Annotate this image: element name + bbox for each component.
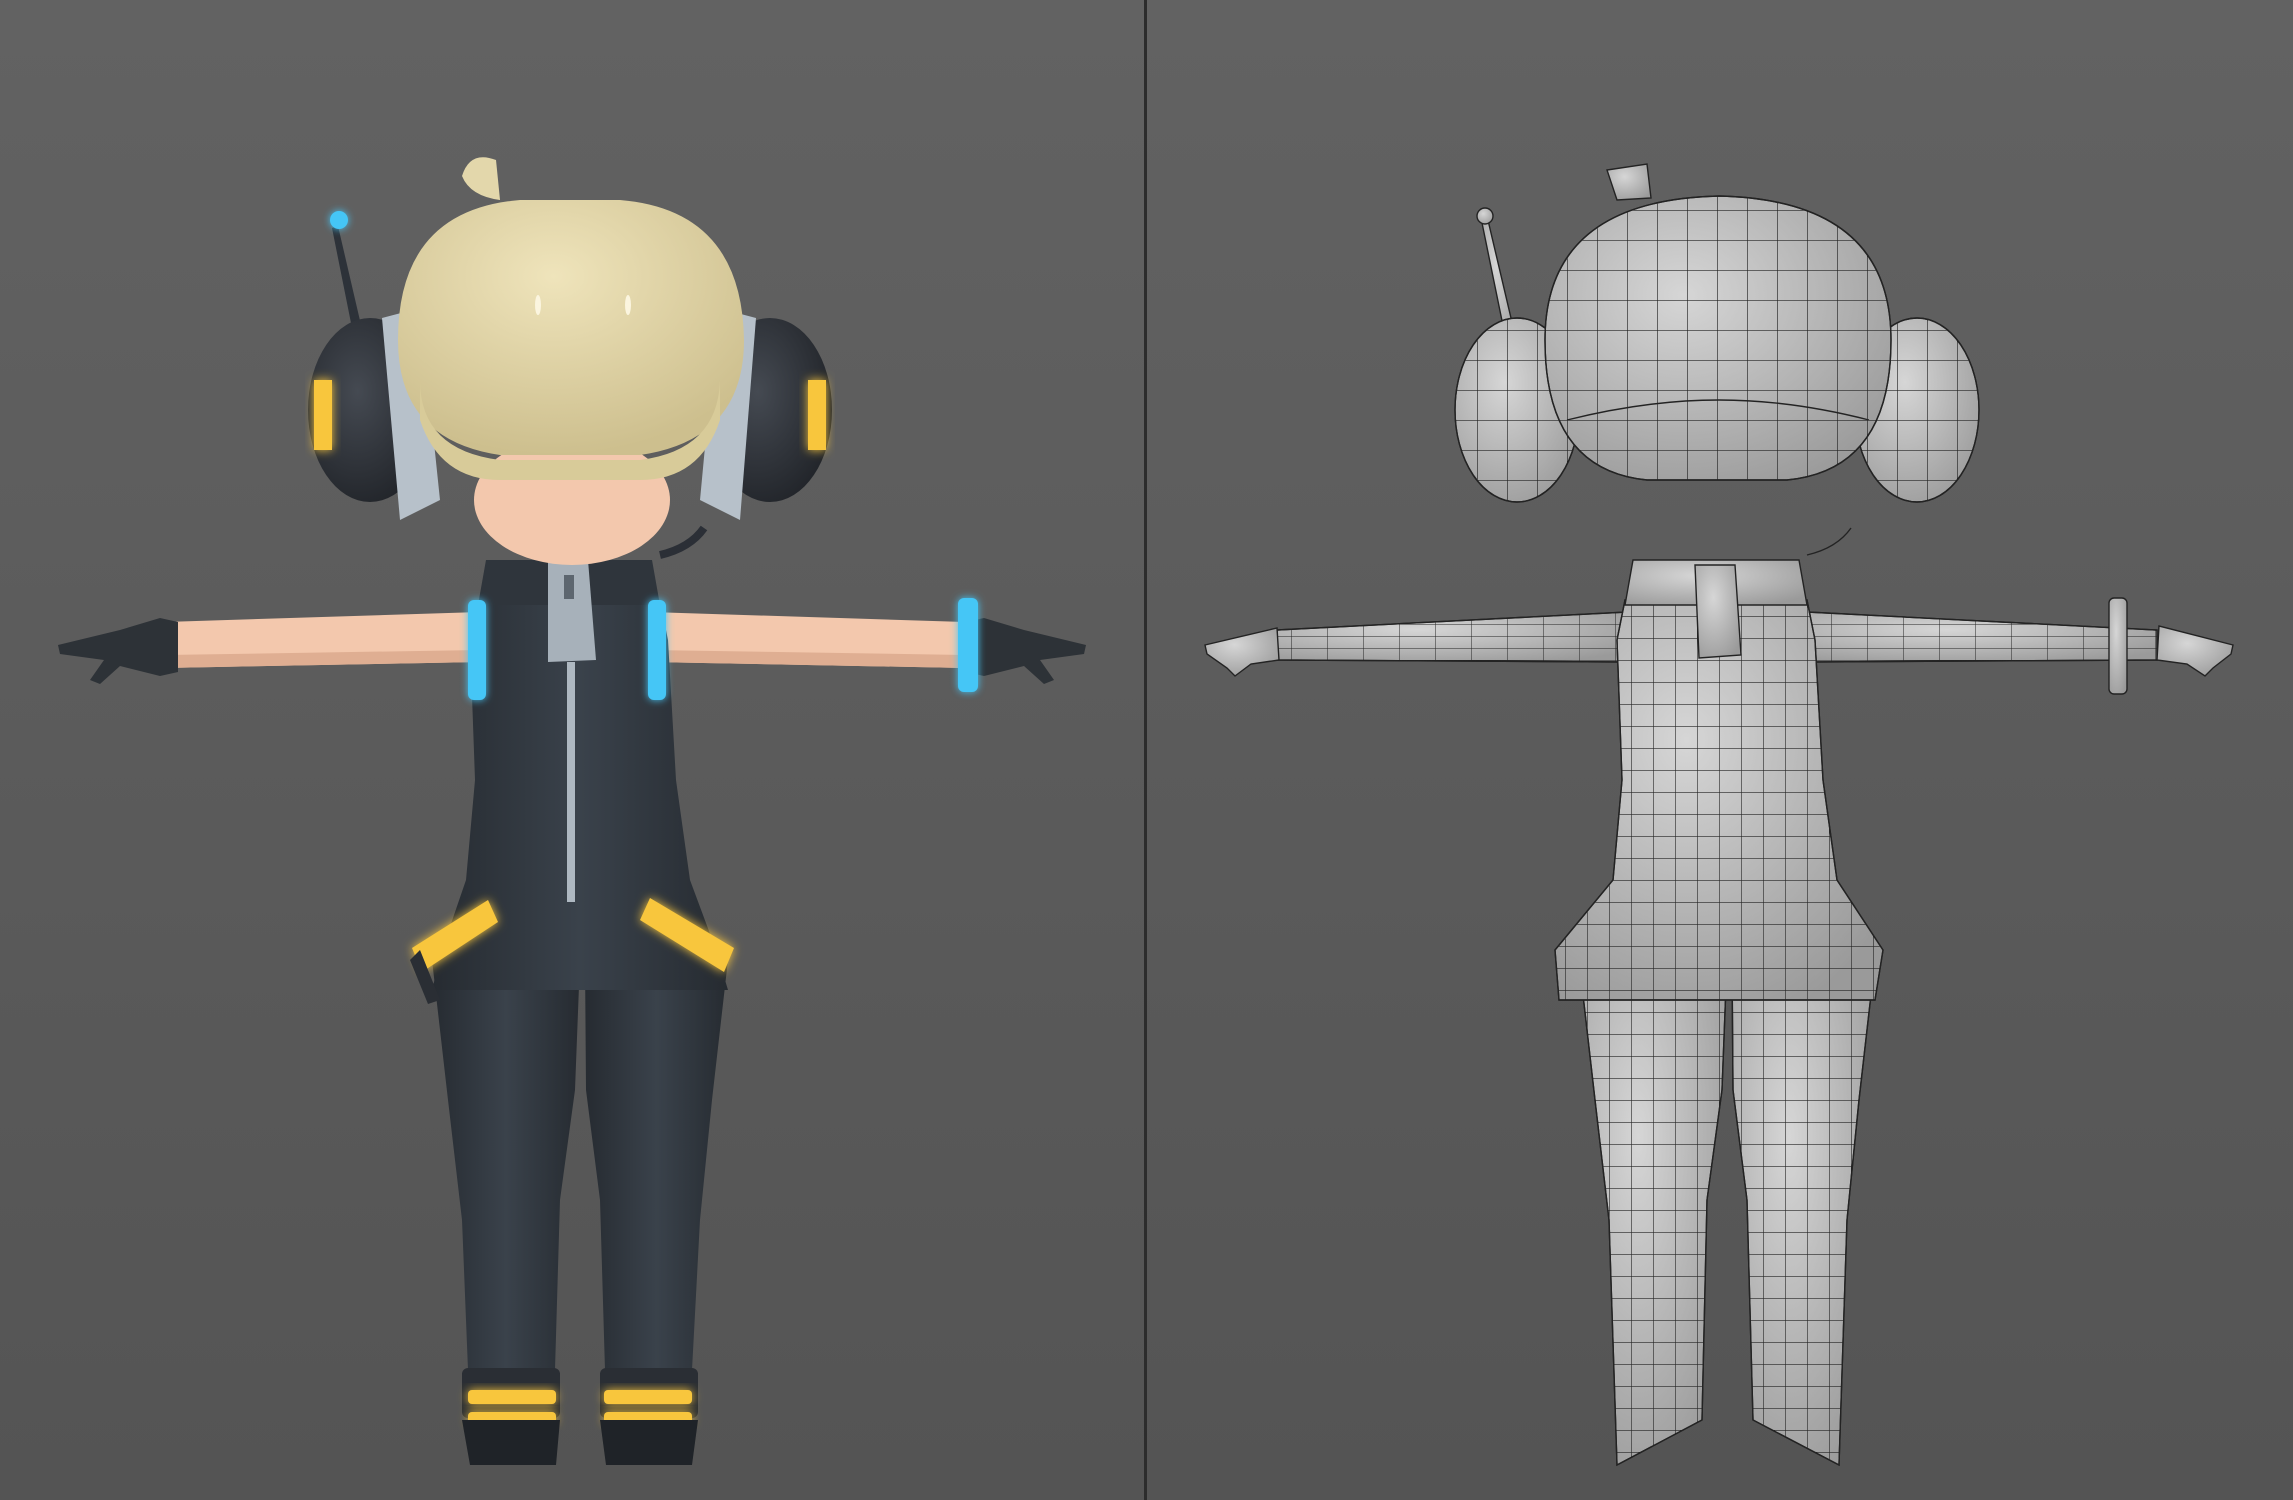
wireframe-viewport[interactable] bbox=[1147, 0, 2293, 1500]
wireframe-character-render bbox=[1147, 0, 2293, 1500]
textured-viewport[interactable] bbox=[0, 0, 1144, 1500]
textured-character-render bbox=[0, 0, 1144, 1500]
viewport-comparison bbox=[0, 0, 2293, 1500]
